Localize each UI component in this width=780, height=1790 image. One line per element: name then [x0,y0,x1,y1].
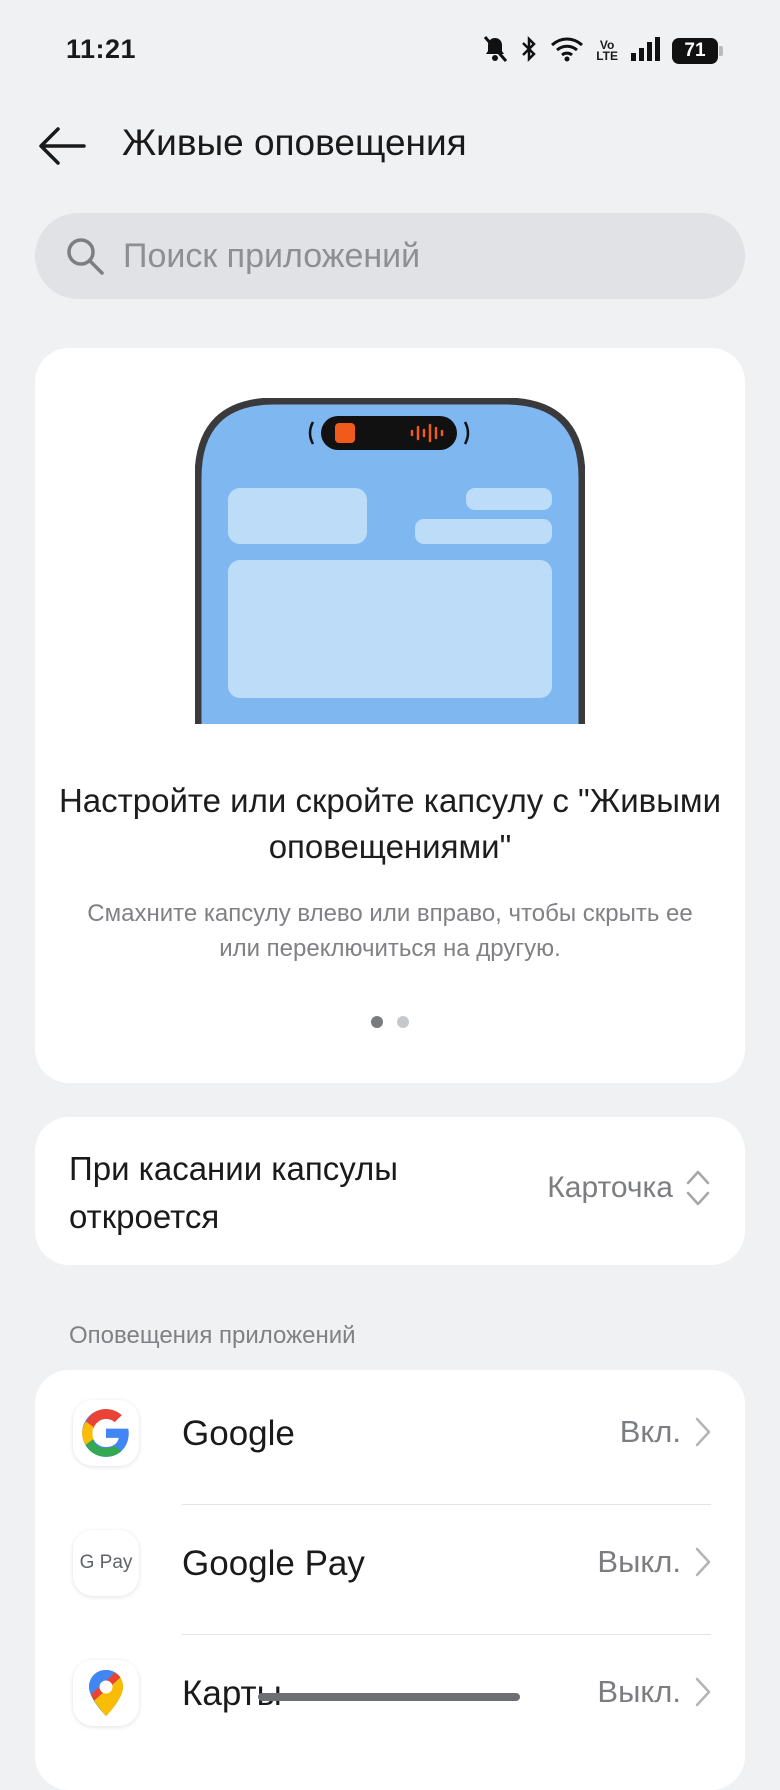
onboarding-card[interactable]: Настройте или скройте капсулу с "Живыми … [35,348,745,1083]
chevron-right-icon [695,1417,711,1447]
google-pay-icon: G Pay [73,1530,139,1596]
app-status: Выкл. [597,1544,711,1580]
app-row-google[interactable]: Google Вкл. [35,1370,745,1500]
capsule-tap-select[interactable]: Карточка [547,1169,711,1207]
app-row-google-pay[interactable]: G Pay Google Pay Выкл. [35,1500,745,1630]
muted-bell-icon [482,35,508,68]
page-dot-1[interactable] [371,1016,383,1028]
page-indicator[interactable] [35,1016,745,1028]
capsule-tap-value: Карточка [547,1171,673,1204]
capsule-tap-label: При касании капсулы откроется [69,1150,398,1235]
app-name: Google [182,1414,295,1453]
phone-illustration [195,398,585,724]
app-status-text: Выкл. [597,1544,681,1579]
app-name: Google Pay [182,1544,365,1583]
signal-icon [630,36,660,67]
bluetooth-icon [520,35,538,68]
app-status-text: Вкл. [619,1414,681,1449]
page-dot-2[interactable] [397,1016,409,1028]
wifi-icon [550,36,584,67]
app-status: Вкл. [620,1414,711,1450]
back-button[interactable] [34,118,90,174]
home-indicator[interactable] [258,1693,520,1701]
onboarding-subtitle: Смахните капсулу влево или вправо, чтобы… [87,900,693,962]
search-input[interactable] [121,235,685,277]
google-icon [73,1400,139,1466]
capsule-tap-setting[interactable]: При касании капсулы откроется Карточка [35,1117,745,1265]
app-status: Выкл. [597,1674,711,1710]
onboarding-title: Настройте или скройте капсулу с "Живыми … [58,782,722,865]
google-maps-icon [73,1660,139,1726]
page-title: Живые оповещения [122,122,467,163]
section-header-app-notifications: Оповещения приложений [69,1322,356,1349]
volte-icon: Vo LTE [596,38,618,63]
battery-icon: 71 [672,38,723,64]
chevron-right-icon [695,1547,711,1577]
search-bar[interactable] [35,213,745,299]
google-pay-icon-text: G Pay [79,1552,133,1573]
app-list: Google Вкл. G Pay Google Pay Выкл. Карты… [35,1370,745,1790]
app-status-text: Выкл. [597,1674,681,1709]
chevron-right-icon [695,1677,711,1707]
back-arrow-icon [39,127,86,165]
up-down-chevron-icon [686,1170,710,1206]
search-icon [63,234,107,278]
status-icons: Vo LTE 71 [482,34,723,68]
status-time: 11:21 [66,34,137,64]
